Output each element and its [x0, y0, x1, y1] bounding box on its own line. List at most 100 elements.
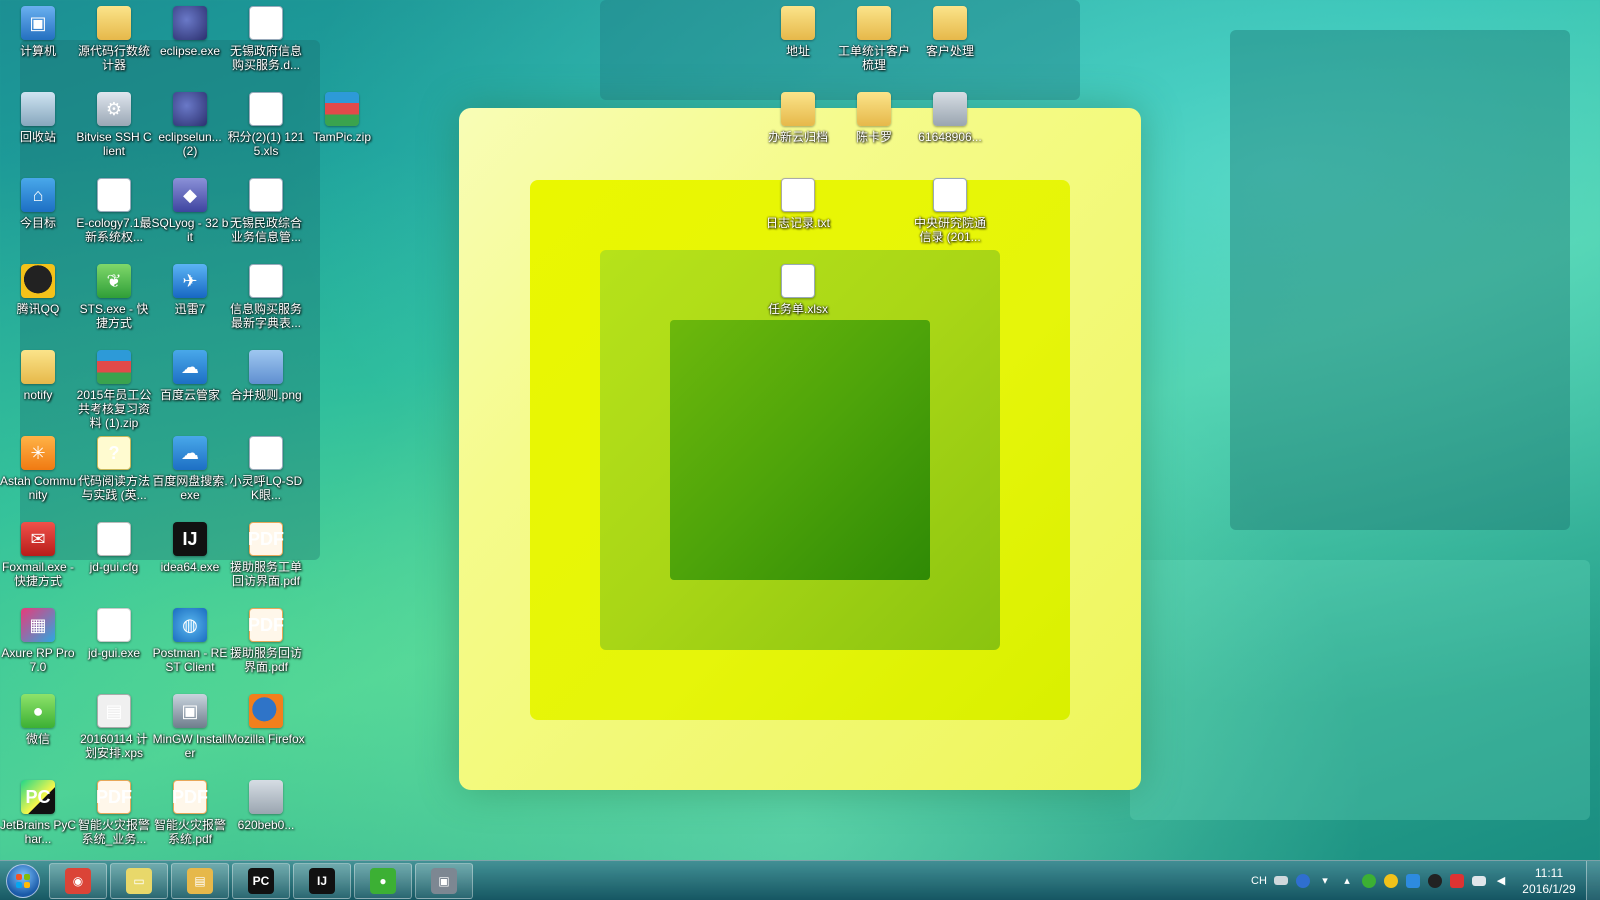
- wechat-tray-icon[interactable]: [1358, 870, 1380, 892]
- help-file-icon: ?: [97, 436, 131, 470]
- desktop-icon[interactable]: ▣ MinGW Installer: [152, 690, 228, 776]
- desktop-icon[interactable]: ☁ 百度云管家: [152, 346, 228, 432]
- desktop-icon[interactable]: X 无锡民政综合业务信息管...: [228, 174, 304, 260]
- word-doc-icon: W: [249, 436, 283, 470]
- word-doc-icon: W: [97, 178, 131, 212]
- bitvise-icon: ⚙: [97, 92, 131, 126]
- desktop-icon[interactable]: PDF 智能火灾报警系统_业务...: [76, 776, 152, 862]
- desktop-icon-label: 援助服务工单回访界面.pdf: [229, 560, 302, 588]
- start-button[interactable]: [0, 861, 46, 900]
- chrome-taskbar-button[interactable]: ◉: [49, 862, 107, 899]
- help-icon[interactable]: [1292, 870, 1314, 892]
- pycharm-taskbar-button[interactable]: PC: [232, 862, 290, 899]
- xps-document-icon: ▤: [97, 694, 131, 728]
- desktop-icon[interactable]: ▦ Axure RP Pro 7.0: [0, 604, 76, 690]
- desktop-icon[interactable]: W 小灵呼LQ-SDK眼...: [228, 432, 304, 518]
- desktop-icon[interactable]: X 信息购买服务最新字典表...: [228, 260, 304, 346]
- desktop-icon[interactable]: 2015年员工公共考核复习资料 (1).zip: [76, 346, 152, 432]
- wechat-taskbar-button[interactable]: ●: [354, 862, 412, 899]
- desktop-icon[interactable]: 合并规则.png: [228, 346, 304, 432]
- input-options-icon[interactable]: ▾: [1314, 870, 1336, 892]
- desktop-icon[interactable]: 地址: [760, 2, 836, 88]
- explorer-taskbar-button[interactable]: ▤: [171, 862, 229, 899]
- firefox-icon: [249, 694, 283, 728]
- desktop-icon-label: MinGW Installer: [152, 732, 228, 760]
- desktop-icon[interactable]: X 积分(2)(1) 1215.xls: [228, 88, 304, 174]
- excel-icon: X: [933, 178, 967, 212]
- desktop-icon[interactable]: W 无锡政府信息购买服务.d...: [228, 2, 304, 88]
- qq-tray-icon[interactable]: [1424, 870, 1446, 892]
- desktop-icon[interactable]: PDF 援助服务工单回访界面.pdf: [228, 518, 304, 604]
- desktop-icon[interactable]: eclipselun... (2): [152, 88, 228, 174]
- desktop-icon[interactable]: eclipse.exe: [152, 2, 228, 88]
- security-guard-tray-icon[interactable]: [1380, 870, 1402, 892]
- desktop-icon[interactable]: X 中央研究院通信录 (201...: [912, 174, 988, 260]
- eclipse-icon: [173, 6, 207, 40]
- desktop-icon[interactable]: ☕ jd-gui.exe: [76, 604, 152, 690]
- pdf-icon: PDF: [96, 780, 132, 814]
- desktop-icon[interactable]: 腾讯QQ: [0, 260, 76, 346]
- folder-icon: [97, 6, 131, 40]
- pycharm-icon: PC: [21, 780, 55, 814]
- volume-icon[interactable]: ◀: [1490, 870, 1512, 892]
- intellij-icon: IJ: [173, 522, 207, 556]
- desktop-icon[interactable]: PDF 智能火灾报警系统.pdf: [152, 776, 228, 862]
- intellij-taskbar-button[interactable]: IJ: [293, 862, 351, 899]
- desktop-icon[interactable]: TamPic.zip: [304, 88, 380, 174]
- desktop-icon[interactable]: 客户处理: [912, 2, 988, 88]
- desktop-icon[interactable]: ⚙ Bitvise SSH Client: [76, 88, 152, 174]
- desktop-icon-label: 源代码行数统计器: [77, 44, 150, 72]
- desktop-icon[interactable]: ⌂ 今目标: [0, 174, 76, 260]
- qq-penguin-icon: [21, 264, 55, 298]
- desktop-icon[interactable]: ≡ 日志记录.txt: [760, 174, 836, 260]
- desktop-icon[interactable]: PDF 援助服务回访界面.pdf: [228, 604, 304, 690]
- taskbar: ◉ ▭ ▤ PC IJ ● ▣ CH ▾ ▴ ◀ 11:11 2016/1/29: [0, 860, 1600, 900]
- desktop-icon[interactable]: ▣ 计算机: [0, 2, 76, 88]
- desktop-icon[interactable]: 620beb0...: [228, 776, 304, 862]
- baidu-search-icon: ☁: [173, 436, 207, 470]
- desktop-icon-label: 迅雷7: [174, 302, 206, 316]
- network-icon[interactable]: [1468, 870, 1490, 892]
- keyboard-icon[interactable]: [1270, 870, 1292, 892]
- desktop-icon[interactable]: ● 微信: [0, 690, 76, 776]
- desktop-icon[interactable]: ◍ Postman - REST Client: [152, 604, 228, 690]
- desktop-icon[interactable]: ✳ Astah Community: [0, 432, 76, 518]
- desktop-icon[interactable]: notify: [0, 346, 76, 432]
- desktop-icon[interactable]: IJ idea64.exe: [152, 518, 228, 604]
- show-hidden-icons-chevron-icon[interactable]: ▴: [1336, 870, 1358, 892]
- show-desktop-button[interactable]: [1586, 860, 1600, 900]
- desktop-icon[interactable]: jd-gui.cfg: [76, 518, 152, 604]
- wallpaper-tile: [1230, 30, 1570, 530]
- folder-icon: [781, 92, 815, 126]
- desktop-icon[interactable]: ❦ STS.exe - 快捷方式: [76, 260, 152, 346]
- ime-indicator[interactable]: CH: [1248, 870, 1270, 892]
- desktop-icon[interactable]: ✈ 迅雷7: [152, 260, 228, 346]
- foxmail-icon: ✉: [21, 522, 55, 556]
- desktop-icon[interactable]: ? 代码阅读方法与实践 (英...: [76, 432, 152, 518]
- desktop-icon[interactable]: 源代码行数统计器: [76, 2, 152, 88]
- desktop-icon[interactable]: 61648906...: [912, 88, 988, 174]
- desktop-icon[interactable]: X 任务单.xlsx: [760, 260, 836, 346]
- baidu-cloud-tray-icon[interactable]: [1402, 870, 1424, 892]
- desktop-icon[interactable]: ▤ 20160114 计划安排.xps: [76, 690, 152, 776]
- desktop-icon[interactable]: PC JetBrains PyChar...: [0, 776, 76, 862]
- excel-icon: X: [249, 264, 283, 298]
- desktop-icon[interactable]: Mozilla Firefox: [227, 690, 305, 776]
- desktop-icon[interactable]: 办新云归档: [760, 88, 836, 174]
- clock[interactable]: 11:11 2016/1/29: [1512, 865, 1586, 897]
- pdf-icon: PDF: [172, 780, 208, 814]
- desktop-icon-label: jd-gui.exe: [87, 646, 141, 660]
- sticky-notes-taskbar-button[interactable]: ▭: [110, 862, 168, 899]
- desktop-icon-label: SQLyog - 32 bit: [151, 216, 229, 244]
- desktop-icon[interactable]: W E-cology7.1最新系统权...: [76, 174, 152, 260]
- desktop-icon[interactable]: ☁ 百度网盘搜索.exe: [152, 432, 228, 518]
- desktop-icon[interactable]: 陈卡罗: [836, 88, 912, 174]
- desktop-icon-label: 智能火灾报警系统_业务...: [77, 818, 150, 846]
- photo-viewer-taskbar-button[interactable]: ▣: [415, 862, 473, 899]
- desktop-icon[interactable]: ◆ SQLyog - 32 bit: [152, 174, 228, 260]
- desktop-icon[interactable]: 工单统计客户梳理: [836, 2, 912, 88]
- desktop-icon[interactable]: ✉ Foxmail.exe - 快捷方式: [0, 518, 76, 604]
- desktop-icon-label: TamPic.zip: [312, 130, 371, 144]
- desktop-icon[interactable]: 回收站: [0, 88, 76, 174]
- action-center-flag-icon[interactable]: [1446, 870, 1468, 892]
